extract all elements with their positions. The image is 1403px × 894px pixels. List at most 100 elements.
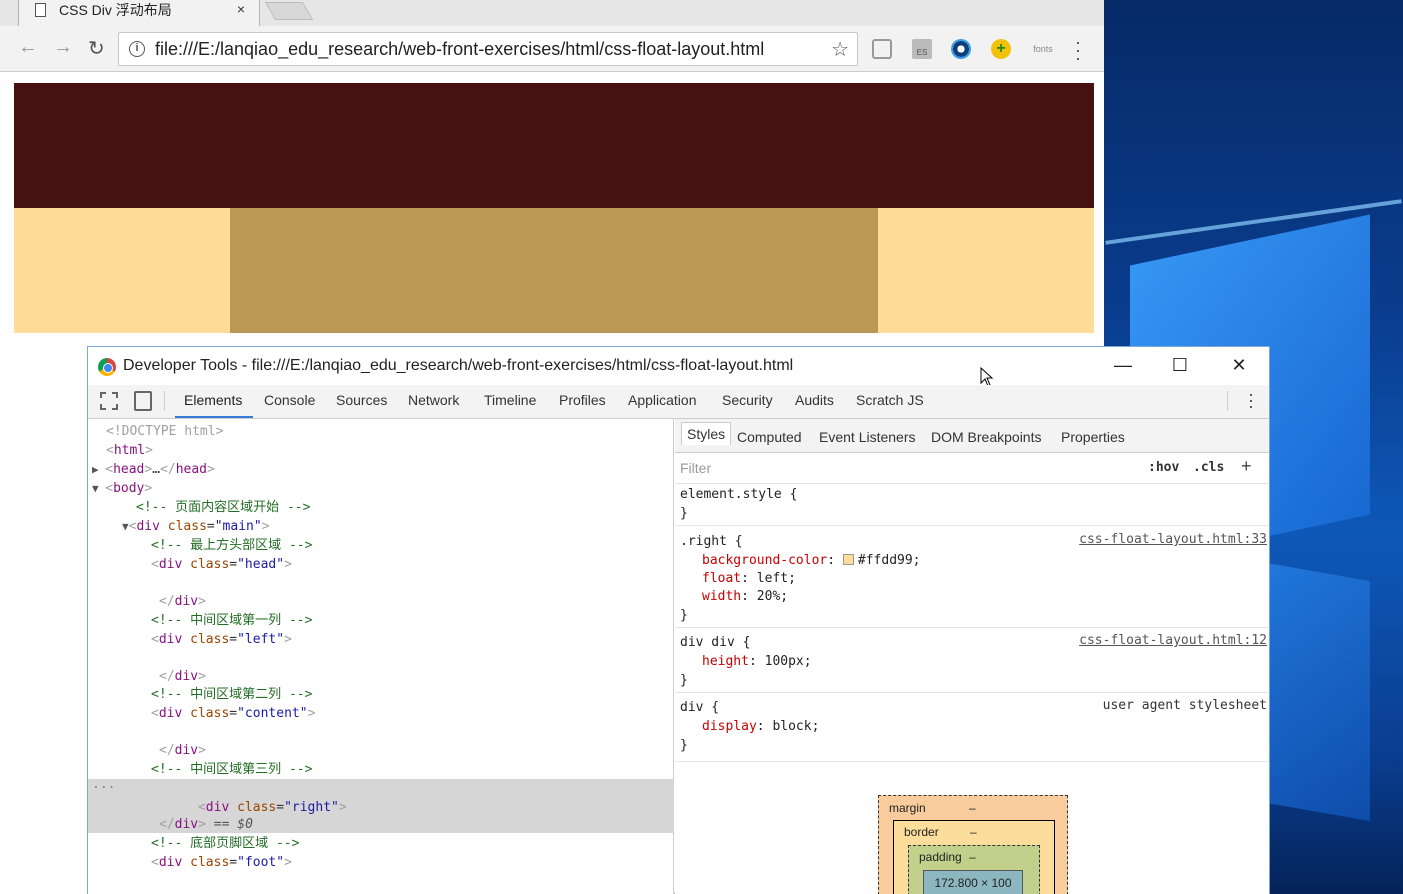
color-swatch[interactable] bbox=[842, 554, 854, 565]
dom-node-div-content[interactable]: <div class="content"> bbox=[88, 704, 674, 723]
tab-elements[interactable]: Elements bbox=[184, 392, 242, 408]
dom-node-doctype[interactable]: <!DOCTYPE html> bbox=[88, 422, 674, 441]
box-model-content-size[interactable]: 172.800 × 100 bbox=[923, 870, 1023, 894]
url-text[interactable]: file:///E:/lanqiao_edu_research/web-fron… bbox=[155, 39, 764, 60]
tab-console[interactable]: Console bbox=[264, 392, 315, 408]
hover-state-toggle[interactable]: :hov bbox=[1148, 460, 1179, 475]
device-toolbar-icon[interactable] bbox=[134, 391, 152, 411]
expand-triangle-icon[interactable]: ▶ bbox=[92, 463, 105, 476]
css-declaration[interactable]: height: 100px; bbox=[702, 652, 812, 671]
tab-strip: CSS Div 浮动布局 × bbox=[0, 0, 1104, 26]
tag-name: body bbox=[113, 481, 145, 496]
dom-comment[interactable]: <!-- 中间区域第一列 --> bbox=[88, 611, 674, 630]
tag-name: div bbox=[174, 743, 199, 758]
css-source-link[interactable]: css-float-layout.html:12 bbox=[1079, 633, 1267, 648]
dom-node-div-foot[interactable]: <div class="foot"> bbox=[88, 853, 674, 872]
attr-name: class bbox=[190, 855, 230, 870]
forward-arrow-icon[interactable]: → bbox=[53, 36, 73, 59]
devtools-window: Developer Tools - file:///E:/lanqiao_edu… bbox=[87, 346, 1270, 894]
dom-closing-div[interactable]: </div> bbox=[88, 592, 674, 611]
dom-node-html[interactable]: <html> bbox=[88, 441, 674, 460]
margin-top-value: – bbox=[969, 801, 976, 815]
dom-node-div-main[interactable]: ▼<div class="main"> bbox=[88, 517, 674, 536]
attr-name: class bbox=[190, 632, 230, 647]
css-source-link[interactable]: css-float-layout.html:33 bbox=[1079, 532, 1267, 547]
tag-name: head bbox=[113, 462, 145, 477]
new-style-rule-button[interactable]: + bbox=[1241, 456, 1252, 477]
plus-extension-icon[interactable]: + bbox=[991, 39, 1011, 59]
tab-timeline[interactable]: Timeline bbox=[484, 392, 536, 408]
minimize-button[interactable]: — bbox=[1100, 353, 1146, 379]
box-model-border[interactable]: border – padding – 172.800 × 100 bbox=[893, 820, 1055, 894]
tag-name: div bbox=[158, 632, 183, 647]
tag-name: div bbox=[174, 594, 199, 609]
dom-node-body[interactable]: ▼ <body> bbox=[88, 479, 674, 498]
eye-extension-icon[interactable] bbox=[951, 39, 971, 59]
collapse-triangle-icon[interactable]: ▼ bbox=[92, 482, 105, 495]
info-icon[interactable]: i bbox=[129, 41, 145, 57]
tab-network[interactable]: Network bbox=[408, 392, 459, 408]
css-selector-right[interactable]: .right { bbox=[680, 532, 743, 551]
subtab-computed[interactable]: Computed bbox=[737, 429, 802, 445]
tab-profiles[interactable]: Profiles bbox=[559, 392, 606, 408]
address-bar[interactable]: i file:///E:/lanqiao_edu_research/web-fr… bbox=[118, 32, 858, 66]
dom-closing-div[interactable]: </div> bbox=[88, 667, 674, 686]
collapse-triangle-icon[interactable]: ▼ bbox=[122, 520, 129, 533]
attr-name: class bbox=[237, 800, 277, 815]
dom-comment[interactable]: <!-- 最上方头部区域 --> bbox=[88, 536, 674, 555]
attr-value: "right" bbox=[284, 800, 339, 815]
close-window-button[interactable]: ✕ bbox=[1216, 353, 1262, 379]
tab-application[interactable]: Application bbox=[628, 392, 697, 408]
maximize-button[interactable]: ☐ bbox=[1157, 353, 1203, 379]
css-property-name: width bbox=[702, 589, 742, 604]
browser-tab[interactable]: CSS Div 浮动布局 × bbox=[18, 0, 260, 26]
tab-sources[interactable]: Sources bbox=[336, 392, 387, 408]
box-model-margin[interactable]: margin – border – padding – 172.800 × 10… bbox=[878, 795, 1068, 894]
dom-comment[interactable]: <!-- 中间区域第二列 --> bbox=[88, 685, 674, 704]
dom-comment[interactable]: <!-- 底部页脚区域 --> bbox=[88, 834, 674, 853]
class-toggle[interactable]: .cls bbox=[1193, 460, 1224, 475]
inspect-element-icon[interactable] bbox=[100, 392, 118, 410]
shield-extension-icon[interactable] bbox=[872, 39, 892, 59]
dom-closing-div[interactable]: </div> bbox=[88, 741, 674, 760]
es-extension-icon[interactable]: ES bbox=[912, 39, 932, 59]
css-declaration[interactable]: background-color: #ffdd99; bbox=[702, 551, 921, 570]
dom-node-head[interactable]: ▶ <head>…</head> bbox=[88, 460, 674, 479]
dom-comment[interactable]: <!-- 页面内容区域开始 --> bbox=[88, 498, 674, 517]
devtools-menu-icon[interactable]: · · · bbox=[1248, 385, 1254, 415]
css-declaration[interactable]: width: 20%; bbox=[702, 587, 788, 606]
subtab-styles[interactable]: Styles bbox=[681, 422, 732, 445]
back-arrow-icon[interactable]: ← bbox=[18, 36, 38, 59]
bookmark-star-icon[interactable]: ☆ bbox=[831, 37, 849, 62]
tab-title: CSS Div 浮动布局 bbox=[59, 2, 172, 18]
doctype-text: <!DOCTYPE html> bbox=[106, 424, 224, 439]
dom-node-div-left[interactable]: <div class="left"> bbox=[88, 630, 674, 649]
tab-close-button[interactable]: × bbox=[237, 1, 245, 17]
dom-node-div-head[interactable]: <div class="head"> bbox=[88, 555, 674, 574]
content-column-block bbox=[230, 208, 878, 333]
css-declaration[interactable]: float: left; bbox=[702, 569, 796, 588]
rule-separator bbox=[675, 525, 1269, 526]
browser-menu-icon[interactable]: · · · bbox=[1075, 33, 1081, 67]
css-selector-element-style[interactable]: element.style { bbox=[680, 485, 797, 504]
styles-filter-input[interactable]: Filter bbox=[680, 460, 711, 476]
reload-icon[interactable]: ↻ bbox=[88, 36, 105, 61]
tag-name: div bbox=[174, 669, 199, 684]
dom-comment[interactable]: <!-- 中间区域第三列 --> bbox=[88, 760, 674, 779]
node-actions-icon[interactable]: ... bbox=[92, 775, 115, 794]
subtab-properties[interactable]: Properties bbox=[1061, 429, 1125, 445]
fonts-extension-icon[interactable]: fonts bbox=[1026, 39, 1060, 59]
tab-scratch-js[interactable]: Scratch JS bbox=[856, 392, 924, 408]
dom-node-div-right-selected[interactable]: ... <div class="right"> </div> == $0 bbox=[88, 777, 674, 833]
subtab-event-listeners[interactable]: Event Listeners bbox=[819, 429, 916, 445]
new-tab-button[interactable] bbox=[264, 2, 314, 20]
subtab-dom-breakpoints[interactable]: DOM Breakpoints bbox=[931, 429, 1041, 445]
tab-audits[interactable]: Audits bbox=[795, 392, 834, 408]
attr-name: class bbox=[167, 519, 207, 534]
css-selector-div-div[interactable]: div div { bbox=[680, 633, 750, 652]
styles-filter-row: Filter :hov .cls + bbox=[675, 454, 1269, 484]
box-model-padding[interactable]: padding – 172.800 × 100 bbox=[908, 845, 1040, 894]
css-selector-div[interactable]: div { bbox=[680, 698, 719, 717]
tab-security[interactable]: Security bbox=[722, 392, 773, 408]
attr-value: "head" bbox=[237, 557, 285, 572]
